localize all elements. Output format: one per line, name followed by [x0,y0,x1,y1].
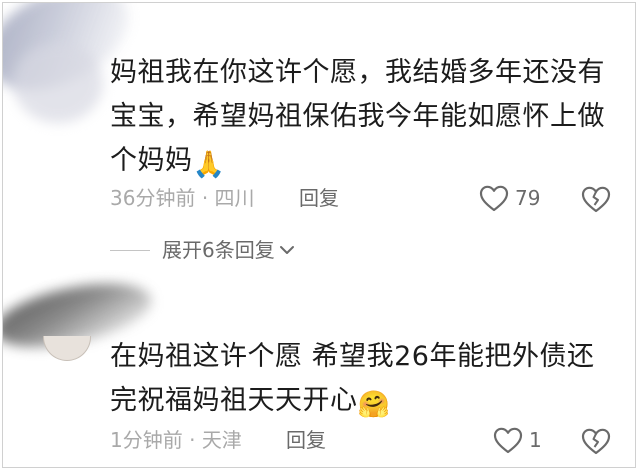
like-button[interactable]: 79 [479,184,540,212]
comment-text: 妈祖我在你这许个愿，我结婚多年还没有宝宝，希望妈祖保佑我今年能如愿怀上做个妈妈 [110,57,605,176]
meta-separator: · [189,428,196,452]
expand-replies-button[interactable]: 展开6条回复 [110,236,295,264]
comment-body: 妈祖我在你这许个愿，我结婚多年还没有宝宝，希望妈祖保佑我今年能如愿怀上做个妈妈🙏 [110,51,610,187]
reply-button[interactable]: 回复 [299,184,339,212]
heart-outline-icon [493,427,523,453]
avatar[interactable] [43,336,91,361]
broken-heart-outline-icon [581,428,611,455]
like-count: 1 [529,428,542,452]
like-button[interactable]: 1 [493,426,542,454]
like-count: 79 [515,186,541,210]
comment-time: 1分钟前 [110,428,183,452]
comment-time: 36分钟前 [110,186,196,210]
dislike-button[interactable] [581,428,611,459]
comment-meta: 1分钟前 · 天津 [110,426,242,454]
broken-heart-outline-icon [581,186,611,213]
comment-text: 在妈祖这许个愿 希望我26年能把外债还完祝福妈祖天天开心 [110,341,595,416]
comment-meta: 36分钟前 · 四川 [110,184,255,212]
reply-button[interactable]: 回复 [286,426,326,454]
pray-emoji: 🙏 [192,150,226,180]
meta-separator: · [201,186,209,210]
heart-outline-icon [479,185,509,211]
chevron-down-icon [279,246,294,254]
divider [110,249,150,251]
comment-location: 四川 [214,186,255,210]
dislike-button[interactable] [581,186,611,217]
comment-body: 在妈祖这许个愿 希望我26年能把外债还完祝福妈祖天天开心🤗 [110,335,620,427]
comment-list: 妈祖我在你这许个愿，我结婚多年还没有宝宝，希望妈祖保佑我今年能如愿怀上做个妈妈🙏… [2,2,636,468]
comment-location: 天津 [201,428,242,452]
blurred-avatar-area [13,43,103,123]
hug-emoji: 🤗 [357,390,391,420]
expand-replies-label: 展开6条回复 [162,238,275,262]
